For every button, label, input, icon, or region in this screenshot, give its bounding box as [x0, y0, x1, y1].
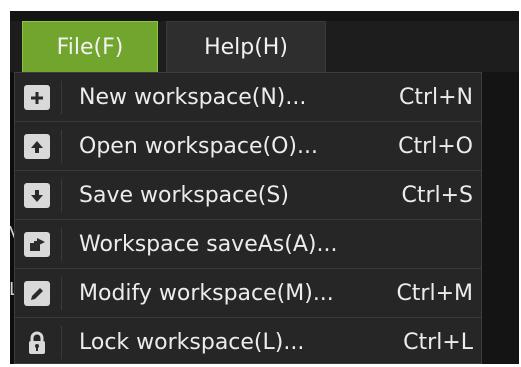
menu-file[interactable]: File(F)	[22, 21, 158, 72]
menu-item-modify-workspace[interactable]: Modify workspace(M)... Ctrl+M	[15, 269, 481, 318]
plus-icon	[24, 85, 50, 110]
file-dropdown-menu: New workspace(N)... Ctrl+N Open workspac…	[14, 72, 482, 364]
edit-icon	[24, 281, 50, 306]
menu-item-open-workspace[interactable]: Open workspace(O)... Ctrl+O	[15, 122, 481, 171]
icon-separator	[61, 228, 62, 261]
menu-item-shortcut: Ctrl+L	[403, 330, 473, 355]
menu-item-label: Save workspace(S)	[79, 183, 289, 208]
menu-item-label: Modify workspace(M)...	[79, 281, 334, 306]
menu-item-save-workspace[interactable]: Save workspace(S) Ctrl+S	[15, 171, 481, 220]
menu-item-workspace-save-as[interactable]: Workspace saveAs(A)...	[15, 220, 481, 269]
menu-file-label: File(F)	[56, 34, 124, 60]
menu-item-new-workspace[interactable]: New workspace(N)... Ctrl+N	[15, 73, 481, 122]
menu-item-shortcut: Ctrl+N	[398, 85, 473, 110]
icon-separator	[61, 326, 62, 359]
download-icon	[24, 183, 50, 208]
menu-item-shortcut: Ctrl+S	[401, 183, 473, 208]
menu-item-shortcut: Ctrl+O	[398, 134, 473, 159]
menu-item-label: Lock workspace(L)...	[79, 330, 305, 355]
lock-icon	[24, 330, 50, 355]
icon-separator	[61, 179, 62, 212]
menu-item-label: Workspace saveAs(A)...	[79, 232, 338, 257]
menu-item-lock-workspace[interactable]: Lock workspace(L)... Ctrl+L	[15, 318, 481, 364]
menu-item-label: Open workspace(O)...	[79, 134, 318, 159]
menu-help-label: Help(H)	[204, 34, 288, 60]
menu-item-shortcut: Ctrl+M	[396, 281, 473, 306]
icon-separator	[61, 277, 62, 310]
icon-separator	[61, 81, 62, 114]
menu-help[interactable]: Help(H)	[166, 21, 326, 72]
upload-icon	[24, 134, 50, 159]
icon-separator	[61, 130, 62, 163]
export-icon	[24, 232, 50, 257]
app-window: File(F) Help(H) V L New workspace(N)... …	[10, 11, 519, 364]
menu-item-label: New workspace(N)...	[79, 85, 307, 110]
